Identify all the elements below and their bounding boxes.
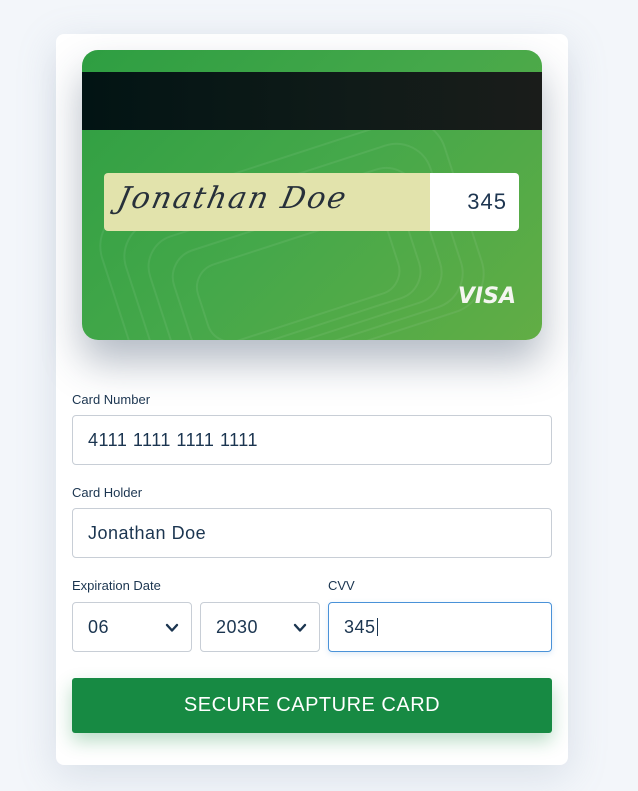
expiration-year-value: 2030 bbox=[216, 617, 259, 637]
chevron-down-icon bbox=[293, 623, 307, 632]
card-number-label: Card Number bbox=[72, 392, 151, 407]
card-cvv-display: 345 bbox=[430, 173, 519, 231]
signature-strip: Jonathan Doe bbox=[104, 173, 430, 231]
visa-logo: VISA bbox=[457, 284, 516, 309]
chevron-down-icon bbox=[165, 623, 179, 632]
magnetic-stripe bbox=[82, 72, 542, 130]
expiration-year-select[interactable]: 2030 bbox=[200, 602, 320, 652]
cvv-label: CVV bbox=[328, 578, 355, 593]
card-holder-value: Jonathan Doe bbox=[88, 523, 207, 543]
secure-capture-card-button[interactable]: SECURE CAPTURE CARD bbox=[72, 678, 552, 733]
expiration-month-select[interactable]: 06 bbox=[72, 602, 192, 652]
credit-card-back: Jonathan Doe 345 VISA bbox=[82, 50, 542, 340]
text-caret bbox=[376, 618, 378, 636]
card-number-input[interactable]: 4111 1111 1111 1111 bbox=[72, 415, 552, 465]
expiration-date-label: Expiration Date bbox=[72, 578, 161, 593]
card-holder-label: Card Holder bbox=[72, 485, 143, 500]
expiration-month-value: 06 bbox=[88, 617, 110, 637]
signature-text: Jonathan Doe bbox=[114, 181, 352, 216]
cvv-value: 345 bbox=[344, 617, 376, 637]
card-holder-input[interactable]: Jonathan Doe bbox=[72, 508, 552, 558]
card-number-value: 4111 1111 1111 1111 bbox=[88, 430, 258, 450]
cvv-input[interactable]: 345 bbox=[328, 602, 552, 652]
